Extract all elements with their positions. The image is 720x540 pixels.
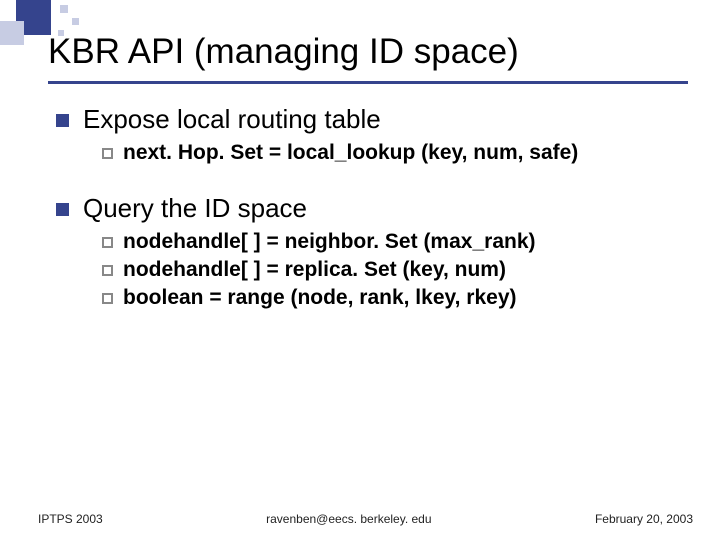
title-underline [48, 81, 688, 84]
list-item-text: boolean = range (node, rank, lkey, rkey) [123, 286, 517, 310]
hollow-square-bullet-icon [102, 148, 113, 159]
section-heading: Expose local routing table [83, 104, 381, 135]
square-bullet-icon [56, 203, 69, 216]
list-item: next. Hop. Set = local_lookup (key, num,… [102, 141, 676, 165]
footer-center: ravenben@eecs. berkeley. edu [266, 512, 431, 526]
decor-square-light [0, 21, 24, 45]
list-item-text: next. Hop. Set = local_lookup (key, num,… [123, 141, 578, 165]
list-item: nodehandle[ ] = neighbor. Set (max_rank) [102, 230, 676, 254]
decor-square-small [72, 18, 79, 25]
slide-title: KBR API (managing ID space) [48, 32, 519, 72]
section-heading: Query the ID space [83, 193, 307, 224]
spacer [56, 175, 676, 193]
square-bullet-icon [56, 114, 69, 127]
list-item: boolean = range (node, rank, lkey, rkey) [102, 286, 676, 310]
slide-body: Expose local routing table next. Hop. Se… [56, 104, 676, 320]
hollow-square-bullet-icon [102, 237, 113, 248]
section-heading-row: Query the ID space [56, 193, 676, 224]
list-item-text: nodehandle[ ] = neighbor. Set (max_rank) [123, 230, 536, 254]
footer: IPTPS 2003 ravenben@eecs. berkeley. edu … [38, 512, 693, 526]
footer-right: February 20, 2003 [595, 512, 693, 526]
section-query: Query the ID space nodehandle[ ] = neigh… [56, 193, 676, 310]
decor-square-small [60, 5, 68, 13]
footer-left: IPTPS 2003 [38, 512, 103, 526]
slide: KBR API (managing ID space) Expose local… [0, 0, 720, 540]
list-item: nodehandle[ ] = replica. Set (key, num) [102, 258, 676, 282]
hollow-square-bullet-icon [102, 293, 113, 304]
section-expose: Expose local routing table next. Hop. Se… [56, 104, 676, 165]
list-item-text: nodehandle[ ] = replica. Set (key, num) [123, 258, 506, 282]
hollow-square-bullet-icon [102, 265, 113, 276]
section-heading-row: Expose local routing table [56, 104, 676, 135]
